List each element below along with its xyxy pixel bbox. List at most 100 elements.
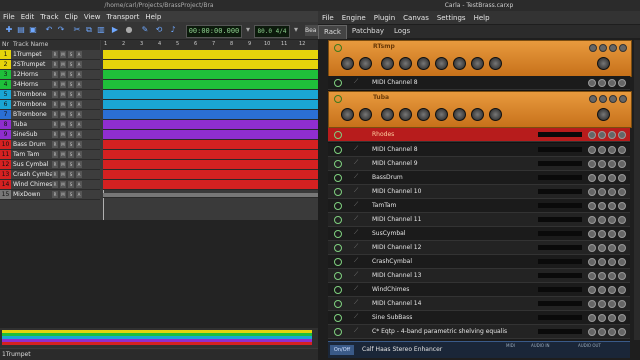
power-icon[interactable] — [334, 286, 342, 294]
power-icon[interactable] — [334, 44, 342, 52]
knob[interactable] — [453, 57, 466, 70]
track-row[interactable]: 8 Tuba R M S A — [0, 120, 100, 130]
edit-button[interactable] — [588, 258, 596, 266]
track-record-button[interactable]: R — [52, 51, 58, 58]
plugin-slot[interactable]: ⟋ MIDI Channel 8 — [328, 76, 630, 90]
time-chevron-icon[interactable]: ▾ — [243, 25, 253, 35]
track-auto-button[interactable]: A — [76, 141, 82, 148]
settings-button[interactable] — [598, 146, 606, 154]
track-auto-button[interactable]: A — [76, 91, 82, 98]
midi-button[interactable] — [618, 286, 626, 294]
overview-strip[interactable] — [0, 328, 318, 348]
carla-menu-engine[interactable]: Engine — [338, 14, 370, 22]
track-name[interactable]: Crash Cymbal — [13, 170, 55, 179]
knob[interactable] — [381, 57, 394, 70]
power-icon[interactable] — [334, 300, 342, 308]
carla-menu-help[interactable]: Help — [470, 14, 494, 22]
power-icon[interactable] — [334, 258, 342, 266]
plugin-tuba[interactable]: Tuba — [328, 91, 632, 128]
track-auto-button[interactable]: A — [76, 121, 82, 128]
track-solo-button[interactable]: S — [68, 121, 74, 128]
open-icon[interactable]: ▤ — [16, 25, 26, 35]
edit-button[interactable] — [589, 95, 597, 103]
midi-button[interactable] — [618, 188, 626, 196]
plugin-slot[interactable]: ⟋ TamTam — [328, 199, 630, 213]
knob[interactable] — [489, 57, 502, 70]
settings-button[interactable] — [598, 258, 606, 266]
knob[interactable] — [597, 57, 610, 70]
remove-button[interactable] — [608, 286, 616, 294]
settings-button[interactable] — [598, 79, 606, 87]
power-icon[interactable] — [334, 230, 342, 238]
knob[interactable] — [453, 108, 466, 121]
plugin-rtsmp[interactable]: RTsmp — [328, 40, 632, 77]
track-mute-button[interactable]: M — [60, 141, 66, 148]
cut-icon[interactable]: ✂ — [72, 25, 82, 35]
track-solo-button[interactable]: S — [68, 151, 74, 158]
metronome-icon[interactable]: ♪ — [168, 25, 178, 35]
knob[interactable] — [399, 57, 412, 70]
midi-button[interactable] — [618, 258, 626, 266]
settings-button[interactable] — [598, 174, 606, 182]
track-name[interactable]: 34Horns — [13, 80, 38, 89]
track-auto-button[interactable]: A — [76, 101, 82, 108]
knob[interactable] — [359, 57, 372, 70]
remove-button[interactable] — [608, 174, 616, 182]
knob[interactable] — [435, 57, 448, 70]
track-auto-button[interactable]: A — [76, 71, 82, 78]
knob[interactable] — [597, 108, 610, 121]
paste-icon[interactable]: ▥ — [96, 25, 106, 35]
save-icon[interactable]: ▣ — [28, 25, 38, 35]
remove-button[interactable] — [608, 146, 616, 154]
track-mute-button[interactable]: M — [60, 151, 66, 158]
knob[interactable] — [489, 108, 502, 121]
track-record-button[interactable]: R — [52, 121, 58, 128]
edit-button[interactable] — [588, 160, 596, 168]
track-mute-button[interactable]: M — [60, 71, 66, 78]
power-icon[interactable] — [334, 328, 342, 336]
remove-button[interactable] — [608, 79, 616, 87]
track-record-button[interactable]: R — [52, 191, 58, 198]
remove-button[interactable] — [609, 44, 617, 52]
plugin-slot-selected[interactable]: Rhodes — [328, 128, 630, 142]
menu-transport[interactable]: Transport — [103, 13, 142, 21]
power-icon[interactable] — [334, 160, 342, 168]
plugin-slot[interactable]: ⟋ CrashCymbal — [328, 255, 630, 269]
knob[interactable] — [399, 108, 412, 121]
track-record-button[interactable]: R — [52, 101, 58, 108]
power-icon[interactable] — [334, 188, 342, 196]
track-name[interactable]: Wind Chimes — [13, 180, 52, 189]
track-lane-clip[interactable] — [103, 150, 318, 160]
remove-button[interactable] — [608, 230, 616, 238]
knob[interactable] — [359, 108, 372, 121]
redo-icon[interactable]: ↷ — [56, 25, 66, 35]
track-auto-button[interactable]: A — [76, 151, 82, 158]
track-row[interactable]: 9 SineSub R M S A — [0, 130, 100, 140]
edit-button[interactable] — [588, 174, 596, 182]
track-name[interactable]: 2STrumpet — [13, 60, 45, 69]
power-icon[interactable] — [334, 272, 342, 280]
power-icon[interactable] — [334, 146, 342, 154]
midi-button[interactable] — [618, 131, 626, 139]
edit-button[interactable] — [588, 131, 596, 139]
track-lane-clip[interactable] — [103, 90, 318, 100]
midi-button[interactable] — [619, 95, 627, 103]
power-icon[interactable] — [334, 79, 342, 87]
track-record-button[interactable]: R — [52, 71, 58, 78]
midi-button[interactable] — [618, 202, 626, 210]
track-auto-button[interactable]: A — [76, 181, 82, 188]
track-row[interactable]: 2 2STrumpet R M S A — [0, 60, 100, 70]
tab-rack[interactable]: Rack — [318, 25, 347, 39]
remove-button[interactable] — [608, 300, 616, 308]
power-icon[interactable] — [334, 314, 342, 322]
track-row[interactable]: 10 Bass Drum R M S A — [0, 140, 100, 150]
midi-button[interactable] — [618, 272, 626, 280]
remove-button[interactable] — [608, 202, 616, 210]
edit-button[interactable] — [588, 202, 596, 210]
track-auto-button[interactable]: A — [76, 81, 82, 88]
track-auto-button[interactable]: A — [76, 161, 82, 168]
menu-view[interactable]: View — [81, 13, 104, 21]
plugin-slot[interactable]: ⟋ MIDI Channel 14 — [328, 297, 630, 311]
pencil-icon[interactable]: ✎ — [140, 25, 150, 35]
undo-icon[interactable]: ↶ — [44, 25, 54, 35]
